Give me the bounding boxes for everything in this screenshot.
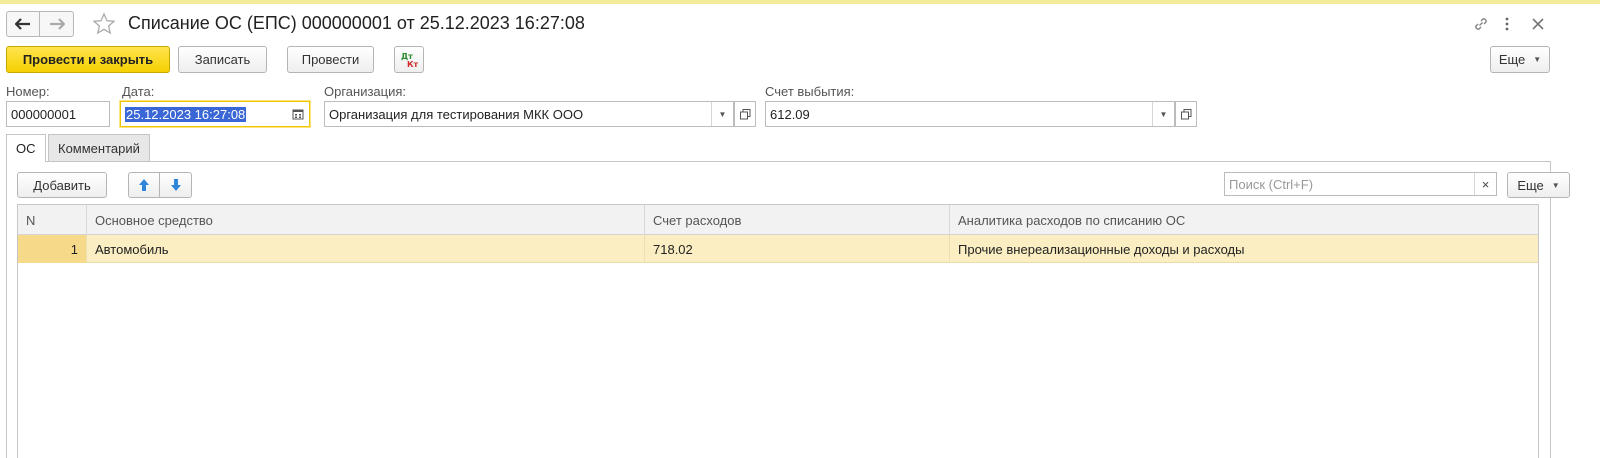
table-more-button[interactable]: Еще ▼	[1507, 172, 1570, 198]
chevron-down-icon[interactable]: ▼	[1152, 102, 1174, 126]
page-title: Списание ОС (ЕПС) 000000001 от 25.12.202…	[128, 13, 585, 33]
organization-field[interactable]: Организация для тестирования МКК ООО ▼	[324, 101, 734, 127]
open-window-icon	[1180, 108, 1191, 119]
clear-search-button[interactable]: ×	[1474, 173, 1496, 195]
cell-expense-account[interactable]: 718.02	[645, 235, 950, 263]
star-icon[interactable]	[92, 12, 116, 36]
calendar-icon[interactable]	[287, 102, 309, 126]
organization-open-button[interactable]	[734, 101, 756, 127]
dt-kt-button[interactable]: Дт Кт	[394, 46, 424, 73]
arrow-left-icon	[15, 18, 30, 30]
organization-value: Организация для тестирования МКК ООО	[329, 106, 584, 122]
table-more-label: Еще	[1517, 177, 1544, 193]
search-input[interactable]: Поиск (Ctrl+F) ×	[1224, 172, 1497, 196]
number-label: Номер:	[6, 84, 50, 99]
disposal-account-label: Счет выбытия:	[765, 84, 855, 99]
column-header-expense-analytics[interactable]: Аналитика расходов по списанию ОС	[950, 205, 1538, 235]
chevron-down-icon: ▼	[1551, 180, 1560, 190]
chevron-down-icon[interactable]: ▼	[711, 102, 733, 126]
organization-label: Организация:	[324, 84, 407, 99]
arrow-up-icon	[139, 179, 149, 191]
tab-os[interactable]: ОС	[6, 134, 46, 162]
date-label: Дата:	[122, 84, 155, 99]
os-table[interactable]: N Основное средство Счет расходов Аналит…	[17, 204, 1539, 458]
date-value: 25.12.2023 16:27:08	[125, 106, 247, 122]
top-accent-line	[0, 0, 1600, 4]
forward-button[interactable]	[40, 11, 74, 37]
date-field[interactable]: 25.12.2023 16:27:08	[120, 101, 310, 127]
chevron-down-icon: ▼	[1533, 55, 1542, 64]
tab-comment[interactable]: Комментарий	[48, 134, 150, 161]
add-row-button[interactable]: Добавить	[17, 172, 107, 198]
number-field[interactable]: 000000001	[6, 101, 110, 127]
link-icon[interactable]	[1471, 14, 1491, 34]
number-value: 000000001	[11, 106, 77, 122]
kebab-menu-icon[interactable]	[1500, 14, 1514, 34]
cell-n[interactable]: 1	[18, 235, 87, 263]
move-down-button[interactable]	[160, 172, 192, 198]
save-button[interactable]: Записать	[178, 46, 267, 73]
table-row[interactable]: 1 Автомобиль 718.02 Прочие внереализацио…	[18, 235, 1538, 263]
cell-asset[interactable]: Автомобиль	[87, 235, 645, 263]
column-header-expense-account[interactable]: Счет расходов	[645, 205, 950, 235]
column-header-n[interactable]: N	[18, 205, 87, 235]
cell-expense-analytics[interactable]: Прочие внереализационные доходы и расход…	[950, 235, 1538, 263]
move-up-button[interactable]	[128, 172, 160, 198]
dt-kt-icon: Дт Кт	[401, 52, 419, 69]
open-window-icon	[739, 108, 750, 119]
back-button[interactable]	[6, 11, 40, 37]
table-header: N Основное средство Счет расходов Аналит…	[18, 205, 1538, 235]
kt-icon-text: Кт	[407, 60, 419, 69]
close-icon[interactable]	[1529, 14, 1547, 34]
search-placeholder: Поиск (Ctrl+F)	[1229, 176, 1314, 192]
disposal-account-open-button[interactable]	[1175, 101, 1197, 127]
more-actions-label: Еще	[1498, 52, 1526, 67]
column-header-asset[interactable]: Основное средство	[87, 205, 645, 235]
disposal-account-field[interactable]: 612.09 ▼	[765, 101, 1175, 127]
more-actions-button[interactable]: Еще ▼	[1490, 46, 1550, 73]
arrow-down-icon	[170, 179, 181, 191]
arrow-right-icon	[49, 18, 65, 30]
post-and-close-button[interactable]: Провести и закрыть	[6, 46, 170, 73]
post-button[interactable]: Провести	[287, 46, 374, 73]
disposal-account-value: 612.09	[770, 106, 810, 122]
